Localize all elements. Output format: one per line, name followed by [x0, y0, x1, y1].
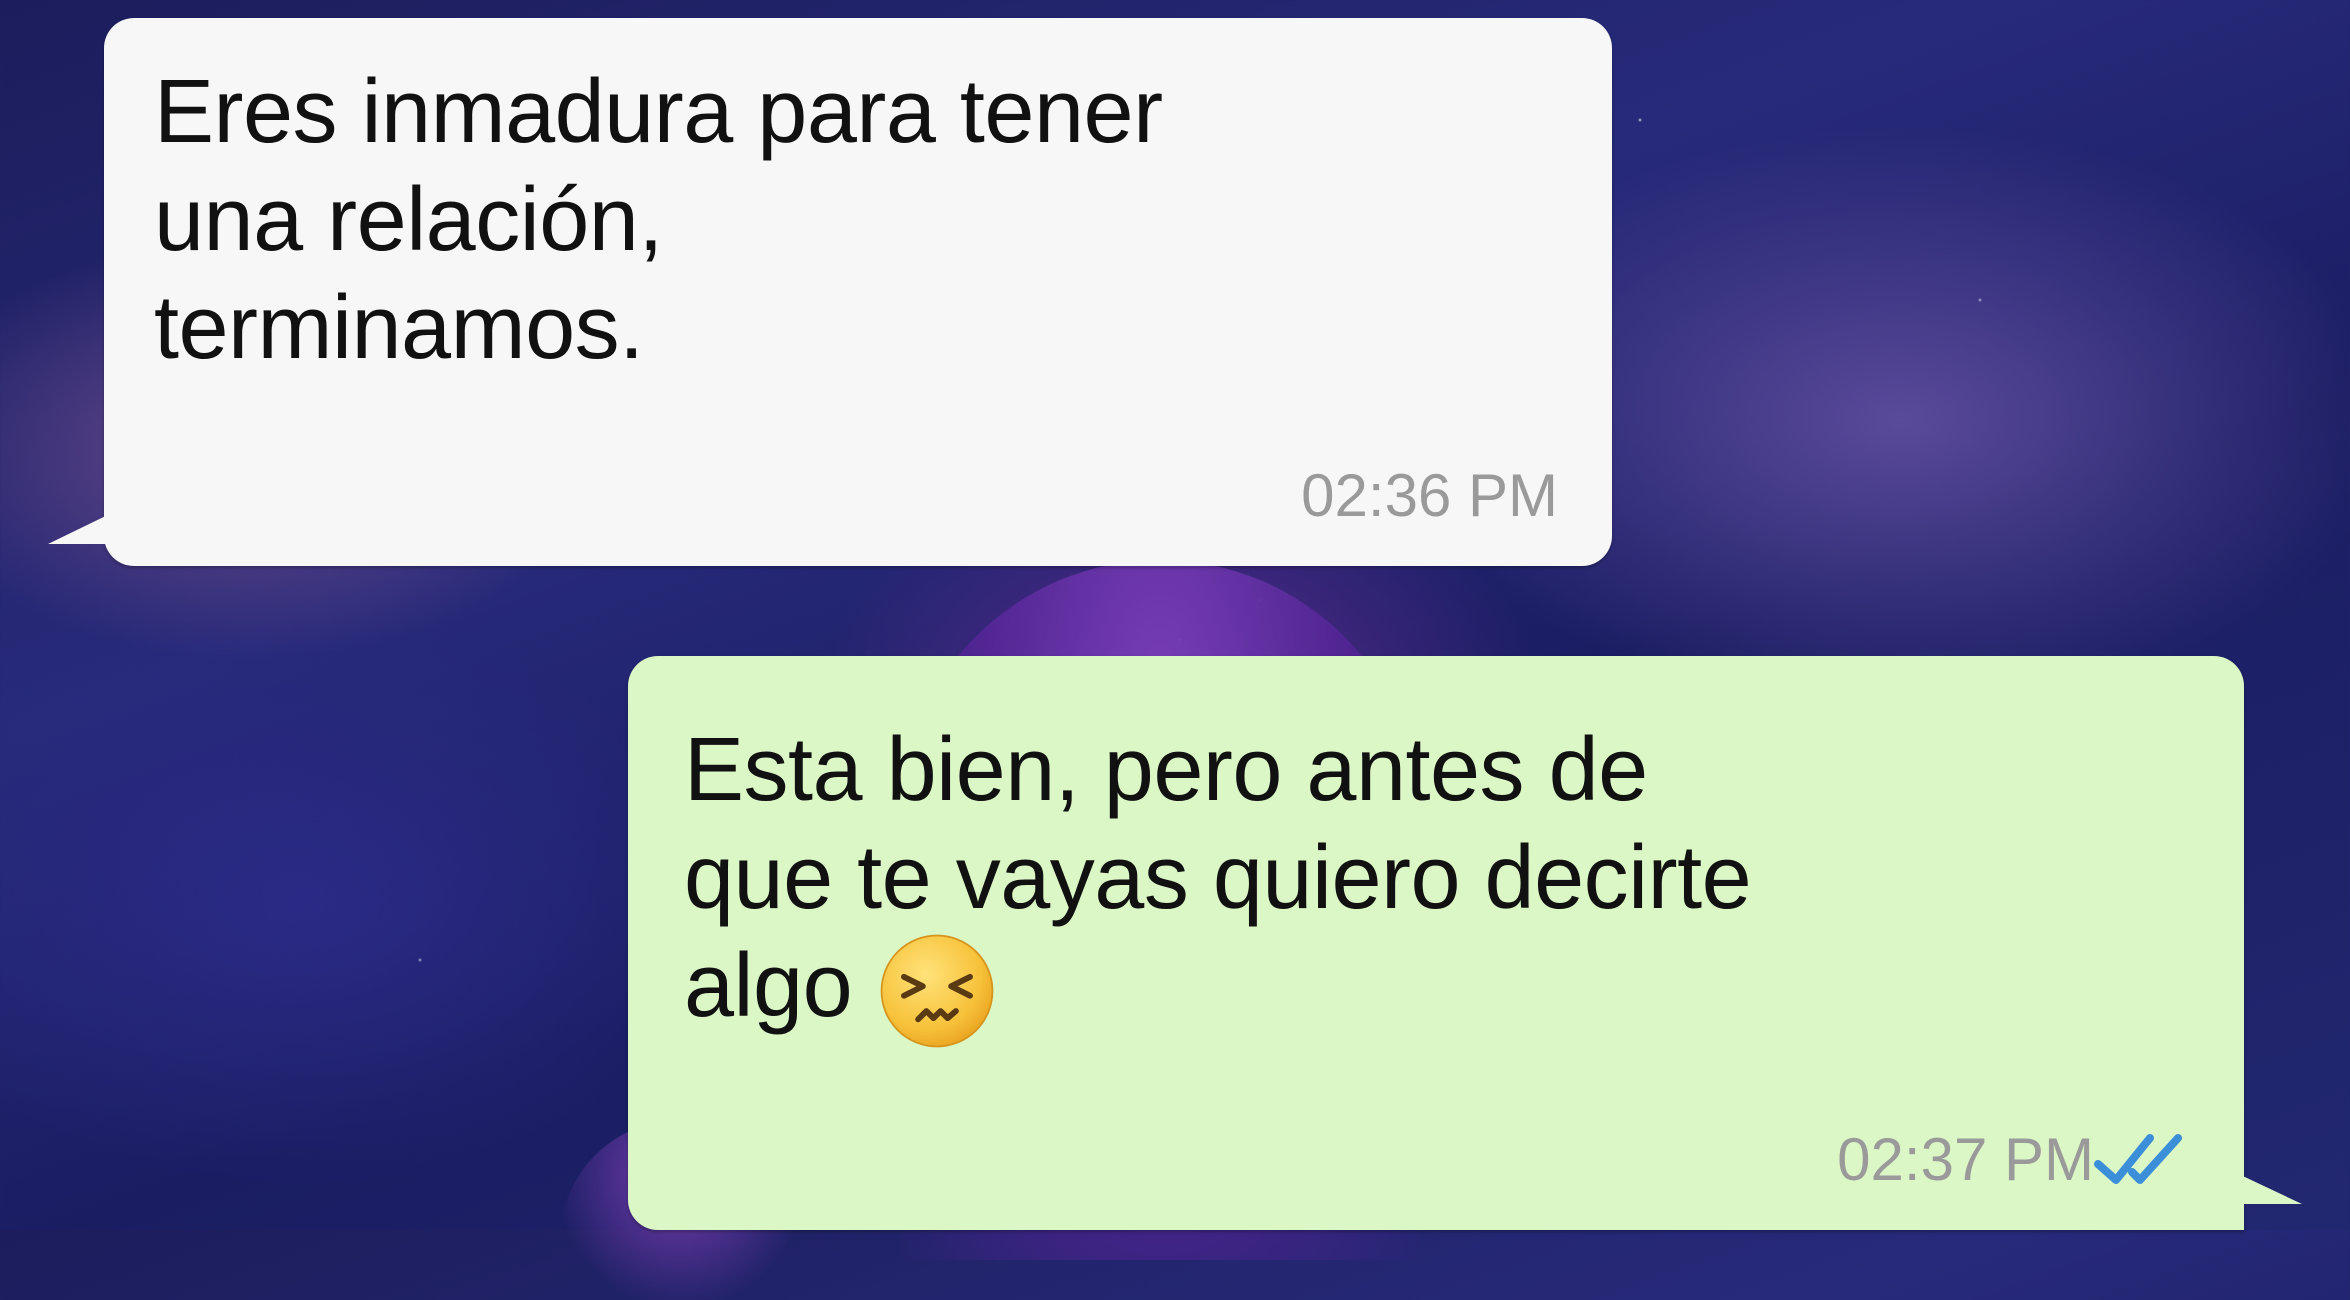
- message-text: Eres inmadura para tener una relación, t…: [154, 62, 1163, 378]
- bubble-tail: [2230, 1170, 2302, 1204]
- double-check-read-icon: [2094, 1134, 2182, 1184]
- bubble-tail: [48, 510, 118, 544]
- incoming-message-bubble[interactable]: Eres inmadura para tener una relación, t…: [48, 18, 1612, 566]
- message-text: Esta bien, pero antes de que te vayas qu…: [684, 716, 2204, 1050]
- message-text-content: Esta bien, pero antes de que te vayas qu…: [684, 720, 1752, 1036]
- outgoing-message-bubble[interactable]: Esta bien, pero antes de que te vayas qu…: [628, 656, 2302, 1230]
- message-timestamp: 02:37 PM: [1837, 1126, 2094, 1193]
- confounded-face-emoji-icon: [880, 934, 994, 1048]
- message-timestamp: 02:36 PM: [1301, 462, 1558, 529]
